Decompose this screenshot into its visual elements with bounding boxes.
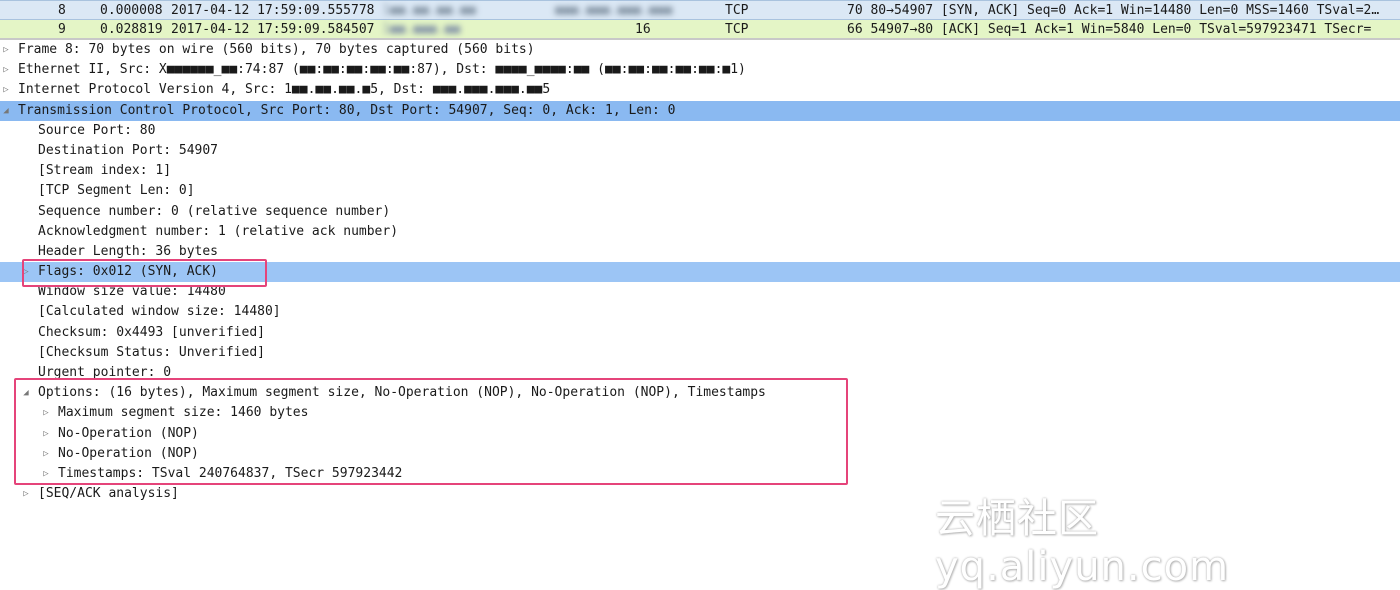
- tree-item-label: Timestamps: TSval 240764837, TSecr 59792…: [58, 465, 403, 481]
- tree-item-label: Options: (16 bytes), Maximum segment siz…: [38, 385, 766, 401]
- tree-item-label: Acknowledgment number: 1 (relative ack n…: [38, 223, 399, 239]
- tree-item-label: Frame 8: 70 bytes on wire (560 bits), 70…: [18, 42, 535, 57]
- collapsed-triangle-icon[interactable]: ▷: [41, 464, 51, 484]
- tree-item[interactable]: Source Port: 80: [0, 121, 1400, 141]
- packet-time: 0.028819: [100, 22, 163, 37]
- tree-item[interactable]: ▷ Internet Protocol Version 4, Src: 1■■.■…: [0, 80, 1400, 100]
- collapsed-triangle-icon[interactable]: ▷: [41, 403, 51, 423]
- collapsed-triangle-icon[interactable]: ▷: [1, 80, 11, 100]
- packet-dst: ■■■.■■■.■■■.■■■: [555, 3, 673, 18]
- tree-item[interactable]: [Stream index: 1]: [0, 161, 1400, 181]
- tree-item-label: No-Operation (NOP): [58, 445, 199, 461]
- packet-protocol: TCP: [725, 3, 749, 18]
- tree-item-label: [Checksum Status: Unverified]: [38, 344, 265, 360]
- tree-item[interactable]: [TCP Segment Len: 0]: [0, 181, 1400, 201]
- tree-item[interactable]: ◢ Transmission Control Protocol, Src Port…: [0, 100, 1400, 121]
- packet-row-selected[interactable]: 8 0.000008 2017-04-12 17:59:09.555778 1■…: [0, 0, 1400, 20]
- tree-item-label: Source Port: 80: [38, 122, 156, 138]
- tree-item[interactable]: Acknowledgment number: 1 (relative ack n…: [0, 222, 1400, 242]
- collapsed-triangle-icon[interactable]: ▷: [1, 60, 11, 80]
- packet-row[interactable]: 9 0.028819 2017-04-12 17:59:09.584507 1■…: [0, 20, 1400, 38]
- tree-item[interactable]: [Calculated window size: 14480]: [0, 302, 1400, 322]
- tree-item-label: Transmission Control Protocol, Src Port:…: [18, 102, 676, 118]
- collapsed-triangle-icon[interactable]: ▷: [1, 40, 11, 60]
- tree-item[interactable]: ▷ No-Operation (NOP): [0, 424, 1400, 444]
- tree-item-label: Sequence number: 0 (relative sequence nu…: [38, 203, 391, 219]
- tree-item[interactable]: ◢ Options: (16 bytes), Maximum segment si…: [0, 383, 1400, 403]
- tree-item-label: [SEQ/ACK analysis]: [38, 486, 179, 502]
- tree-item[interactable]: ▷ Maximum segment size: 1460 bytes: [0, 403, 1400, 423]
- packet-date: 2017-04-12 17:59:09.584507: [171, 22, 375, 37]
- tree-item-label: Checksum: 0x4493 [unverified]: [38, 324, 265, 340]
- tree-item[interactable]: Urgent pointer: 0: [0, 363, 1400, 383]
- packet-info: 66 54907→80 [ACK] Seq=1 Ack=1 Win=5840 L…: [847, 22, 1372, 37]
- tree-item-label: Flags: 0x012 (SYN, ACK): [38, 264, 219, 280]
- tree-item-label: Window size value: 14480: [38, 284, 226, 300]
- tree-item-label: Urgent pointer: 0: [38, 365, 172, 380]
- tree-item-label: Maximum segment size: 1460 bytes: [58, 405, 309, 421]
- tree-item[interactable]: ▷ Ethernet II, Src: X■■■■■■_■■:74:87 (■■:…: [0, 60, 1400, 80]
- tree-item-label: [Stream index: 1]: [38, 163, 172, 179]
- collapsed-triangle-icon[interactable]: ▷: [41, 424, 51, 444]
- tree-item[interactable]: Destination Port: 54907: [0, 141, 1400, 161]
- tree-item[interactable]: ▷ No-Operation (NOP): [0, 444, 1400, 464]
- packet-date: 2017-04-12 17:59:09.555778: [171, 3, 375, 18]
- packet-no: 9: [58, 22, 66, 37]
- tree-item[interactable]: ▷ Flags: 0x012 (SYN, ACK): [0, 262, 1400, 283]
- packet-time: 0.000008: [100, 3, 163, 18]
- tree-item[interactable]: Checksum: 0x4493 [unverified]: [0, 323, 1400, 343]
- packet-src: 1■■.■■■.■■: [382, 22, 461, 37]
- packet-src: 1■■.■■.■■.■■: [382, 3, 476, 18]
- packet-details-tree: ▷ Frame 8: 70 bytes on wire (560 bits), 7…: [0, 40, 1400, 504]
- tree-item-label: [TCP Segment Len: 0]: [38, 183, 195, 199]
- tree-item-label: [Calculated window size: 14480]: [38, 304, 281, 320]
- tree-item[interactable]: Header Length: 36 bytes: [0, 242, 1400, 262]
- packet-info: 70 80→54907 [SYN, ACK] Seq=0 Ack=1 Win=1…: [847, 3, 1380, 18]
- tree-item-label: Header Length: 36 bytes: [38, 243, 219, 259]
- tree-item-label: Destination Port: 54907: [38, 142, 219, 158]
- packet-dst: 16: [635, 22, 651, 37]
- watermark: 云栖社区 yq.aliyun.com: [935, 496, 1230, 590]
- collapsed-triangle-icon[interactable]: ▷: [21, 484, 31, 504]
- expanded-triangle-icon[interactable]: ◢: [1, 101, 11, 121]
- expanded-triangle-icon[interactable]: ◢: [21, 383, 31, 403]
- collapsed-triangle-icon[interactable]: ▷: [21, 262, 31, 282]
- packet-no: 8: [58, 3, 66, 18]
- packet-protocol: TCP: [725, 22, 749, 37]
- tree-item[interactable]: [Checksum Status: Unverified]: [0, 343, 1400, 363]
- tree-item[interactable]: Sequence number: 0 (relative sequence nu…: [0, 202, 1400, 222]
- tree-item[interactable]: ▷ Timestamps: TSval 240764837, TSecr 5979…: [0, 464, 1400, 484]
- tree-item-label: Internet Protocol Version 4, Src: 1■■.■■…: [18, 82, 551, 98]
- tree-item-label: Ethernet II, Src: X■■■■■■_■■:74:87 (■■:■…: [18, 62, 746, 78]
- collapsed-triangle-icon[interactable]: ▷: [41, 444, 51, 464]
- tree-item-label: No-Operation (NOP): [58, 425, 199, 441]
- tree-item[interactable]: Window size value: 14480: [0, 282, 1400, 302]
- tree-item[interactable]: ▷ Frame 8: 70 bytes on wire (560 bits), 7…: [0, 40, 1400, 60]
- packet-list: 8 0.000008 2017-04-12 17:59:09.555778 1■…: [0, 0, 1400, 40]
